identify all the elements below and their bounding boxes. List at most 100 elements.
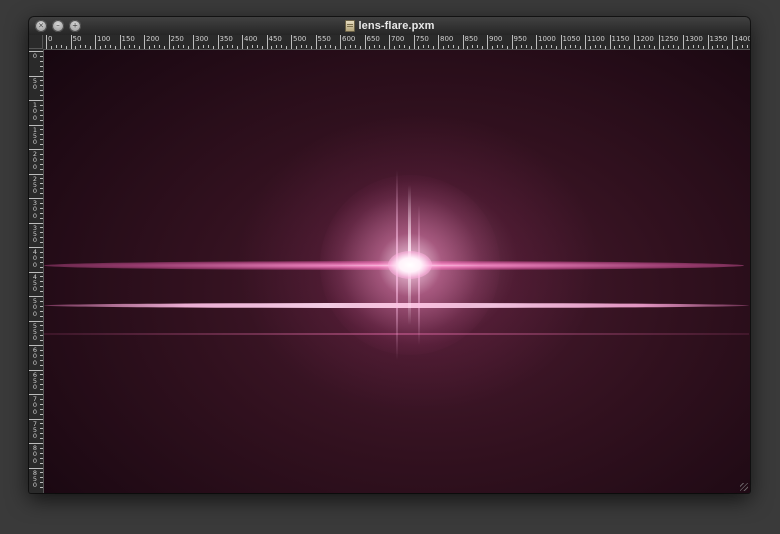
ruler-minor-tick (153, 45, 155, 48)
ruler-minor-tick (40, 438, 43, 440)
ruler-minor-tick (40, 202, 43, 204)
ruler-minor-tick (40, 423, 43, 425)
ruler-minor-tick (40, 80, 43, 82)
ruler-h-label: 600 (342, 35, 356, 43)
ruler-minor-tick (40, 477, 43, 479)
ruler-minor-tick (40, 349, 43, 351)
ruler-minor-tick (40, 266, 43, 268)
ruler-minor-tick (506, 46, 508, 49)
ruler-minor-tick (104, 45, 106, 48)
ruler-h-label: 150 (121, 35, 135, 43)
ruler-minor-tick (40, 217, 43, 219)
ruler-h-label: 450 (268, 35, 282, 43)
ruler-minor-tick (40, 227, 43, 229)
ruler-minor-tick (222, 46, 224, 49)
ruler-minor-tick (40, 256, 43, 258)
ruler-minor-tick (40, 379, 43, 381)
ruler-minor-tick (55, 45, 57, 48)
ruler-v-label: 0 (32, 52, 38, 60)
ruler-h-label: 1050 (562, 35, 581, 43)
ruler-minor-tick (452, 45, 454, 48)
ruler-minor-tick (614, 46, 616, 49)
ruler-minor-tick (40, 153, 43, 155)
ruler-major-tick (487, 35, 488, 49)
ruler-major-tick (242, 35, 243, 49)
ruler-v-label: 5 5 0 (32, 321, 38, 343)
ruler-minor-tick (40, 183, 43, 185)
ruler-major-tick (683, 35, 684, 49)
ruler-minor-tick (305, 45, 307, 48)
ruler-minor-tick (619, 45, 621, 48)
ruler-minor-tick (516, 46, 518, 49)
ruler-v-label: 6 5 0 (32, 370, 38, 392)
ruler-minor-tick (40, 482, 43, 484)
image-canvas[interactable] (44, 50, 750, 493)
ruler-minor-tick (555, 46, 557, 49)
ruler-h-label: 1150 (611, 35, 630, 43)
ruler-minor-tick (40, 300, 43, 302)
ruler-minor-tick (173, 46, 175, 49)
ruler-minor-tick (237, 46, 239, 49)
ruler-minor-tick (40, 286, 43, 288)
ruler-minor-tick (638, 46, 640, 49)
ruler-minor-tick (40, 144, 43, 146)
title-bar[interactable]: × – + lens-flare.pxm (29, 17, 750, 36)
ruler-minor-tick (330, 45, 332, 48)
ruler-minor-tick (384, 46, 386, 49)
ruler-h-label: 750 (415, 35, 429, 43)
ruler-minor-tick (501, 45, 503, 48)
document-icon[interactable] (344, 20, 355, 32)
ruler-minor-tick (673, 45, 675, 48)
ruler-major-tick (462, 35, 464, 49)
ruler-v-label: 8 0 0 (32, 444, 38, 465)
ruler-minor-tick (550, 45, 552, 48)
ruler-minor-tick (300, 45, 302, 48)
ruler-major-tick (413, 35, 415, 49)
ruler-h-label: 1350 (709, 35, 728, 43)
ruler-minor-tick (40, 114, 43, 116)
ruler-minor-tick (148, 46, 150, 49)
ruler-minor-tick (40, 188, 43, 190)
ruler-minor-tick (40, 374, 43, 376)
ruler-minor-tick (85, 45, 87, 48)
ruler-v-label: 2 5 0 (32, 174, 38, 196)
ruler-minor-tick (540, 46, 542, 49)
ruler-minor-tick (40, 335, 43, 337)
horizontal-ruler[interactable]: 0 50 100 150 200 250 300 350 400 450 500 550 600 650 7… (43, 35, 750, 50)
ruler-minor-tick (40, 408, 43, 410)
ruler-h-label: 100 (97, 35, 111, 43)
ruler-minor-tick (163, 46, 165, 49)
ruler-minor-tick (589, 46, 591, 49)
ruler-minor-tick (80, 45, 82, 48)
ruler-minor-tick (624, 45, 626, 48)
ruler-minor-tick (40, 193, 43, 195)
ruler-minor-tick (40, 472, 43, 474)
ruler-major-tick (168, 35, 170, 49)
ruler-minor-tick (580, 46, 582, 49)
ruler-minor-tick (40, 65, 43, 67)
ruler-major-tick (340, 35, 341, 49)
ruler-v-label: 1 5 0 (32, 125, 38, 147)
ruler-minor-tick (40, 163, 43, 165)
ruler-major-tick (217, 35, 219, 49)
ruler-major-tick (119, 35, 121, 49)
ruler-major-tick (560, 35, 562, 49)
ruler-minor-tick (207, 45, 209, 48)
ruler-minor-tick (369, 46, 371, 49)
ruler-minor-tick (40, 60, 43, 62)
ruler-minor-tick (40, 212, 43, 214)
ruler-minor-tick (256, 45, 258, 48)
ruler-h-label: 1100 (587, 35, 605, 43)
ruler-minor-tick (246, 46, 248, 49)
vertical-ruler[interactable]: 0 5 0 1 0 0 1 5 0 2 0 0 2 5 0 3 0 0 3 5 0 4 0 0 4… (29, 49, 44, 493)
ruler-origin[interactable] (29, 35, 43, 49)
window-title: lens-flare.pxm (358, 20, 435, 32)
ruler-h-label: 550 (317, 35, 331, 43)
ruler-minor-tick (599, 45, 601, 48)
ruler-minor-tick (134, 45, 136, 48)
resize-grip[interactable] (740, 483, 748, 491)
ruler-minor-tick (40, 428, 43, 430)
ruler-minor-tick (447, 45, 449, 48)
ruler-major-tick (291, 35, 292, 49)
ruler-minor-tick (40, 447, 43, 449)
